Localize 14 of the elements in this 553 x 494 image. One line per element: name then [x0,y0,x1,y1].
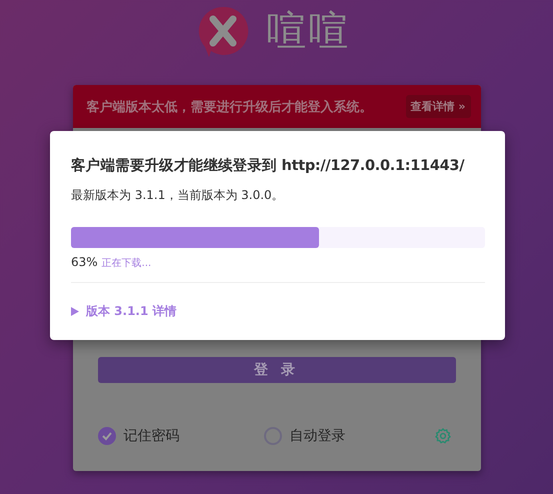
check-icon [100,430,112,442]
option-label: 记住密码 [124,427,180,445]
version-text: 最新版本为 3.1.1，当前版本为 3.0.0。 [71,186,285,204]
login-button[interactable]: 登 录 [98,357,456,383]
details-link[interactable]: 查看详情 » [406,95,470,118]
logo-text: 喧喧 [266,11,350,51]
option-label: 自动登录 [290,427,346,445]
dialog-title: 客户端需要升级才能继续登录到 http://127.0.0.1:11443/ [71,157,464,176]
progress-percent: 63% [71,254,98,269]
logo-icon [196,5,248,57]
banner-message: 客户端版本太低，需要进行升级后才能登入系统。 [86,98,372,116]
download-status: 正在下载... [102,256,152,270]
checkbox[interactable] [98,427,116,445]
settings-icon[interactable] [434,428,450,444]
